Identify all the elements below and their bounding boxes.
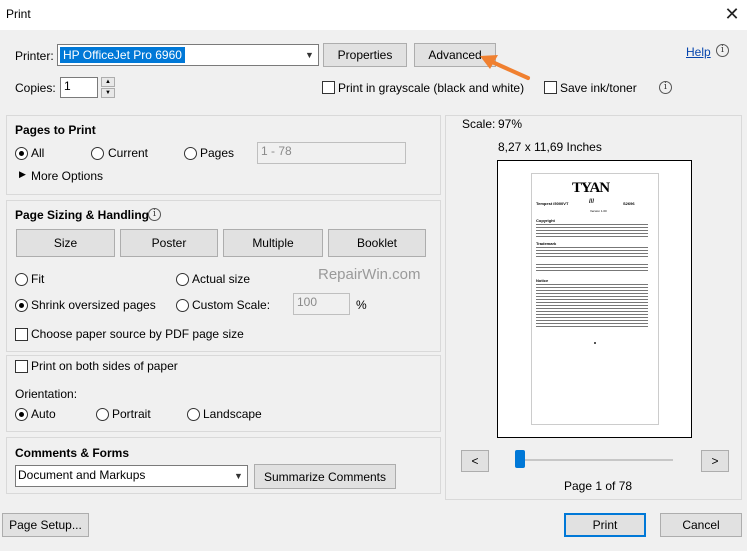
print-button[interactable]: Print [564, 513, 646, 537]
doc-logo: TYAN [572, 180, 610, 196]
landscape-radio[interactable] [187, 408, 200, 421]
summarize-comments-button[interactable]: Summarize Comments [254, 464, 396, 489]
doc-heading-mid: /// [589, 199, 595, 205]
auto-orientation-label: Auto [31, 407, 56, 421]
chevron-down-icon: ▼ [305, 50, 314, 60]
page-slider-track[interactable] [515, 459, 673, 461]
next-page-button[interactable]: > [701, 450, 729, 472]
pages-radio[interactable] [184, 147, 197, 160]
doc-text-block [536, 264, 648, 273]
both-sides-checkbox[interactable] [15, 360, 28, 373]
pages-to-print-heading: Pages to Print [15, 123, 96, 137]
doc-subtitle: Version 1.00 [590, 209, 607, 213]
doc-section-notice: Notice [536, 278, 549, 283]
help-link[interactable]: Help [686, 45, 711, 59]
all-pages-label: All [31, 146, 45, 160]
custom-scale-label: Custom Scale: [192, 298, 271, 312]
info-icon[interactable]: i [659, 81, 672, 94]
properties-button[interactable]: Properties [323, 43, 407, 67]
doc-text-block [536, 247, 648, 259]
fit-radio[interactable] [15, 273, 28, 286]
save-ink-label: Save ink/toner [560, 81, 637, 95]
auto-orientation-radio[interactable] [15, 408, 28, 421]
watermark-text: RepairWin.com [318, 266, 421, 283]
doc-section-trademark: Trademark [536, 241, 557, 246]
page-range-input[interactable]: 1 - 78 [257, 142, 406, 164]
both-sides-label: Print on both sides of paper [31, 359, 178, 373]
printer-select[interactable]: HP OfficeJet Pro 6960 ▼ [57, 44, 319, 66]
doc-dot [594, 342, 596, 344]
shrink-oversized-radio[interactable] [15, 299, 28, 312]
info-icon[interactable]: i [148, 208, 161, 221]
multiple-button[interactable]: Multiple [223, 229, 323, 257]
preview-page: TYAN Tempest i5000VT /// S2696 Version 1… [532, 174, 658, 424]
expand-triangle-icon[interactable]: ▶ [19, 169, 26, 180]
poster-button[interactable]: Poster [120, 229, 218, 257]
portrait-label: Portrait [112, 407, 151, 421]
doc-heading-left: Tempest i5000VT [536, 201, 569, 206]
custom-scale-input[interactable]: 100 [293, 293, 350, 315]
page-setup-button[interactable]: Page Setup... [2, 513, 89, 537]
page-dimensions: 8,27 x 11,69 Inches [498, 140, 602, 154]
annotation-arrow-icon [480, 55, 530, 80]
doc-text-block [536, 284, 648, 328]
copies-label: Copies: [15, 81, 56, 95]
save-ink-checkbox[interactable] [544, 81, 557, 94]
copies-up-icon[interactable]: ▲ [101, 77, 115, 87]
prev-page-button[interactable]: < [461, 450, 489, 472]
doc-text-block [536, 224, 648, 238]
scale-label: Scale: [462, 117, 496, 131]
doc-heading-right: S2696 [623, 201, 635, 206]
printer-selected-value: HP OfficeJet Pro 6960 [60, 47, 185, 63]
fit-label: Fit [31, 272, 45, 286]
comments-select[interactable]: Document and Markups ▼ [15, 465, 248, 487]
pages-label: Pages [200, 146, 235, 160]
shrink-oversized-label: Shrink oversized pages [31, 298, 156, 312]
booklet-button[interactable]: Booklet [328, 229, 426, 257]
scale-value: 97% [498, 117, 523, 131]
paper-source-label: Choose paper source by PDF page size [31, 327, 244, 341]
copies-input[interactable]: 1 [60, 77, 98, 98]
all-pages-radio[interactable] [15, 147, 28, 160]
copies-down-icon[interactable]: ▼ [101, 88, 115, 98]
cancel-button[interactable]: Cancel [660, 513, 742, 537]
current-page-label: Current [108, 146, 149, 160]
actual-size-radio[interactable] [176, 273, 189, 286]
page-sizing-heading: Page Sizing & Handling [15, 208, 150, 222]
window-title: Print [6, 7, 31, 21]
grayscale-checkbox[interactable] [322, 81, 335, 94]
orientation-label: Orientation: [15, 387, 78, 401]
doc-section-copyright: Copyright [536, 218, 555, 223]
printer-label: Printer: [15, 49, 54, 63]
comments-selected-value: Document and Markups [18, 468, 146, 482]
grayscale-label: Print in grayscale (black and white) [338, 81, 525, 95]
portrait-radio[interactable] [96, 408, 109, 421]
current-page-radio[interactable] [91, 147, 104, 160]
actual-size-label: Actual size [192, 272, 251, 286]
title-bar: Print ✕ [0, 0, 747, 30]
page-slider-thumb[interactable] [515, 450, 525, 468]
close-icon[interactable]: ✕ [720, 2, 744, 26]
info-icon[interactable]: i [716, 44, 729, 57]
more-options-label[interactable]: More Options [31, 169, 103, 183]
size-button[interactable]: Size [16, 229, 115, 257]
chevron-down-icon: ▼ [234, 471, 243, 481]
page-indicator: Page 1 of 78 [564, 479, 633, 493]
percent-sign: % [356, 298, 367, 312]
comments-forms-heading: Comments & Forms [15, 446, 130, 460]
custom-scale-radio[interactable] [176, 299, 189, 312]
paper-source-checkbox[interactable] [15, 328, 28, 341]
preview-sheet: TYAN Tempest i5000VT /// S2696 Version 1… [497, 160, 692, 438]
landscape-label: Landscape [203, 407, 262, 421]
